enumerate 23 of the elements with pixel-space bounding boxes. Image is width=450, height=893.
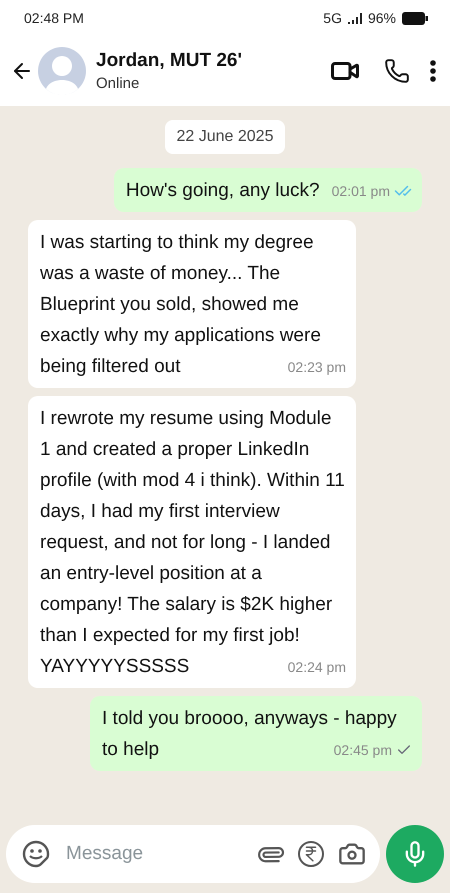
date-chip: 22 June 2025 [164, 120, 286, 154]
incoming-message: I was starting to think my degree was a waste of money... The Blueprint you sold, showed me exactly why my applications were being filtered out 02:23 pm [28, 220, 356, 388]
sticker-icon[interactable] [22, 840, 50, 868]
outgoing-message: How's going, any luck? 02:01 pm [114, 168, 422, 212]
battery-icon [402, 12, 428, 24]
outgoing-message: I told you broooo, anyways - happy to help 02:45 pm [90, 696, 422, 771]
rupee-icon[interactable] [298, 841, 324, 867]
incoming-message: I rewrote my resume using Module 1 and created a proper LinkedIn profile (with mod 4 i think). Within 11 days, I had my first interview request, and not for long - I landed an entry-level position at a company! The salary is $2K higher than I expected for my first job! YAYYYYYSSSSS 02:24 pm [28, 396, 356, 688]
battery-percent: 96% [368, 10, 396, 26]
contact-status: Online [96, 75, 140, 92]
message-field[interactable]: Message [64, 842, 244, 866]
message-time: 02:23 pm [288, 358, 346, 377]
network-label: 5G [323, 10, 342, 26]
signal-icon [348, 12, 362, 24]
message-time: 02:45 pm [334, 741, 392, 760]
voice-call-button[interactable] [384, 58, 410, 84]
more-icon [430, 60, 436, 82]
avatar-icon [38, 47, 86, 95]
contact-name: Jordan, MUT 26' [96, 50, 243, 72]
status-time: 02:48 PM [24, 10, 84, 26]
menu-button[interactable] [430, 60, 436, 82]
message-time: 02:24 pm [288, 658, 346, 677]
message-time: 02:01 pm [332, 182, 390, 201]
